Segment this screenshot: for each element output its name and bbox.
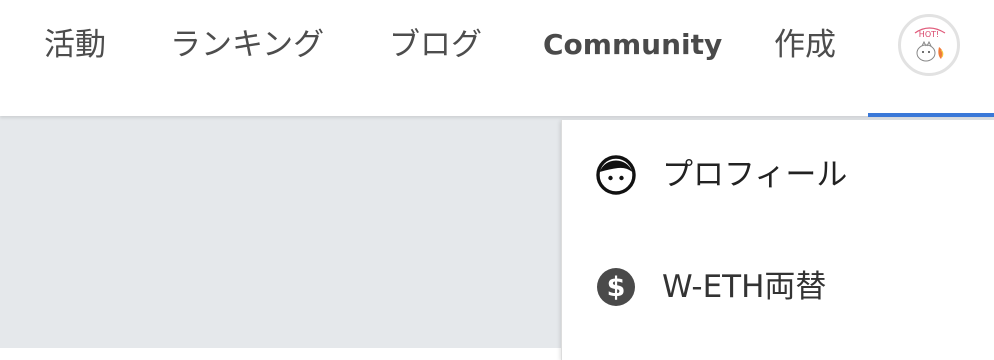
nav-item-create[interactable]: 作成 (774, 20, 836, 70)
avatar-badge-text: HOT! (919, 30, 939, 39)
face-icon (596, 155, 636, 195)
dollar-circle-icon: $ (596, 267, 636, 307)
user-dropdown-menu: プロフィール $ W-ETH両替 (561, 120, 994, 360)
nav-item-ranking[interactable]: ランキング (170, 20, 324, 70)
menu-item-profile[interactable]: プロフィール (562, 140, 994, 210)
avatar-illustration: HOT! (914, 27, 946, 62)
svg-text:$: $ (607, 272, 626, 303)
user-avatar[interactable]: HOT! (898, 14, 960, 76)
top-navigation: 活動 ランキング ブログ Community 作成 HOT! (0, 0, 994, 117)
nav-item-activity[interactable]: 活動 (44, 20, 106, 70)
active-tab-indicator (868, 113, 994, 117)
menu-item-weth-exchange-label: W-ETH両替 (662, 269, 827, 305)
menu-item-profile-label: プロフィール (662, 157, 848, 193)
nav-item-blog[interactable]: ブログ (389, 20, 482, 70)
nav-item-community[interactable]: Community (543, 20, 722, 70)
menu-item-weth-exchange[interactable]: $ W-ETH両替 (562, 252, 994, 322)
